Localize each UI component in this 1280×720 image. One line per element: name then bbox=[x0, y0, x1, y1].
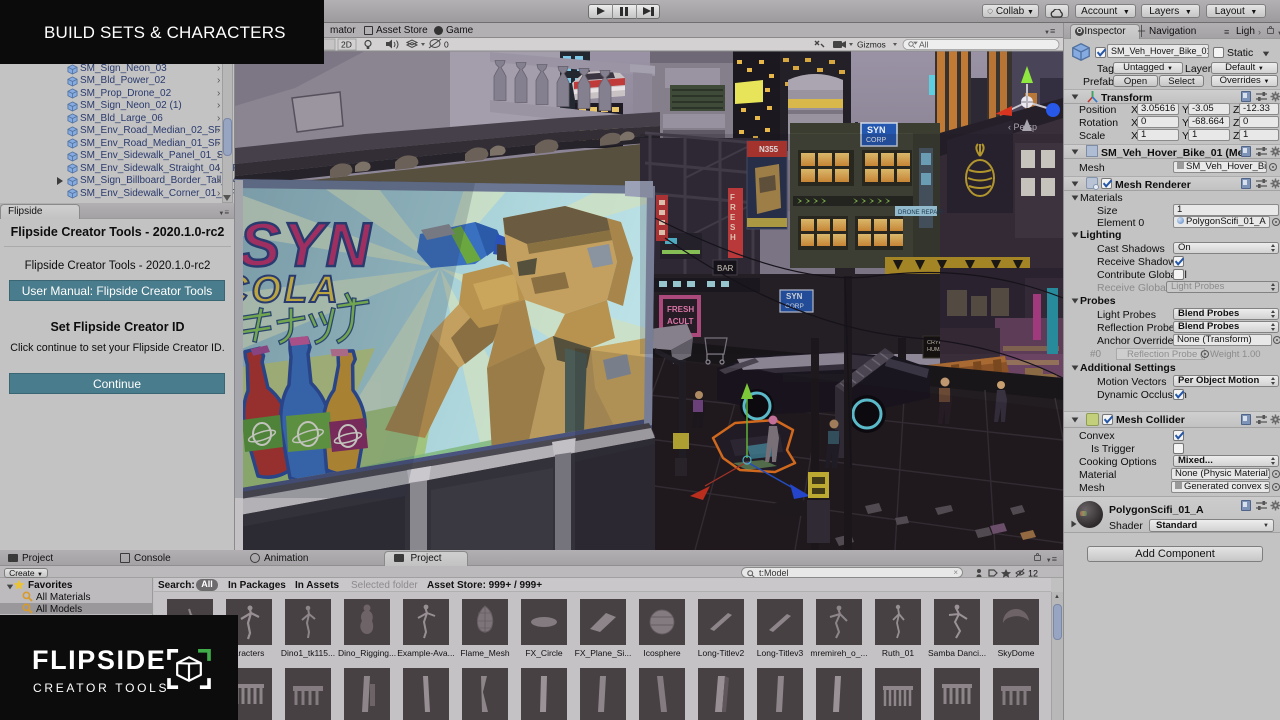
svg-text:‹ Persp: ‹ Persp bbox=[1008, 122, 1037, 132]
svg-text:12: 12 bbox=[1028, 569, 1038, 579]
svg-text:Gizmos: Gizmos bbox=[857, 40, 886, 50]
svg-text:0: 0 bbox=[444, 40, 449, 50]
svg-text:2D: 2D bbox=[341, 40, 352, 50]
svg-text:SYN: SYN bbox=[867, 125, 886, 135]
svg-text:All: All bbox=[919, 40, 929, 50]
